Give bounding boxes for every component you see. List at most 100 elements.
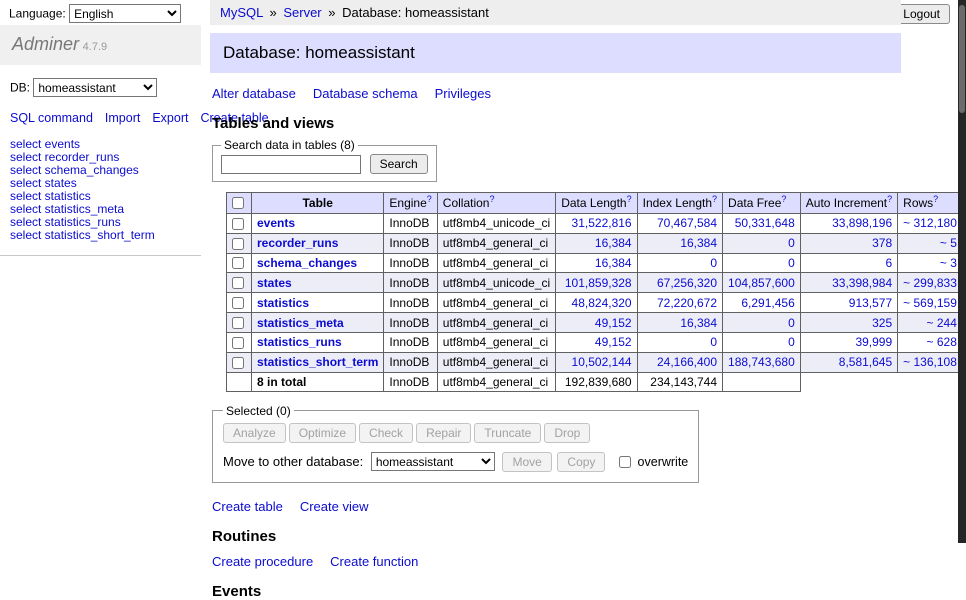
data-free-link[interactable]: 188,743,680 — [728, 355, 795, 369]
create-link[interactable]: Create view — [300, 499, 369, 514]
data-free-link[interactable]: 50,331,648 — [735, 216, 795, 230]
analyze-button[interactable]: Analyze — [223, 423, 286, 443]
row-checkbox[interactable] — [232, 238, 244, 250]
data-free-link[interactable]: 0 — [788, 335, 795, 349]
index-length-link[interactable]: 16,384 — [680, 316, 717, 330]
index-length-link[interactable]: 72,220,672 — [657, 296, 717, 310]
data-length-link[interactable]: 16,384 — [595, 236, 632, 250]
auto-increment-link[interactable]: 33,898,196 — [832, 216, 892, 230]
data-length-link[interactable]: 16,384 — [595, 256, 632, 270]
table-name-link[interactable]: recorder_runs — [257, 236, 338, 250]
rows-count-link[interactable]: ~ 136,108 — [903, 355, 957, 369]
index-length-link[interactable]: 70,467,584 — [657, 216, 717, 230]
sidebar-table-link[interactable]: select recorder_runs — [10, 151, 191, 164]
table-name-link[interactable]: events — [257, 216, 295, 230]
auto-increment-link[interactable]: 33,398,984 — [832, 276, 892, 290]
rows-count-link[interactable]: ~ 628 — [927, 335, 957, 349]
row-checkbox[interactable] — [232, 337, 244, 349]
row-checkbox[interactable] — [232, 297, 244, 309]
index-length-link[interactable]: 67,256,320 — [657, 276, 717, 290]
search-input[interactable] — [221, 155, 361, 174]
auto-increment-link[interactable]: 325 — [872, 316, 892, 330]
sidebar-table-link[interactable]: select states — [10, 177, 191, 190]
table-name-link[interactable]: statistics_runs — [257, 335, 342, 349]
routine-link[interactable]: Create procedure — [212, 554, 313, 569]
data-free-link[interactable]: 0 — [788, 256, 795, 270]
help-icon[interactable]: ? — [712, 194, 717, 204]
sidebar-table-link[interactable]: select statistics_short_term — [10, 229, 191, 242]
help-icon[interactable]: ? — [427, 194, 432, 204]
row-checkbox[interactable] — [232, 257, 244, 269]
rows-count-link[interactable]: ~ 3 — [940, 256, 957, 270]
db-action-link[interactable]: Database schema — [313, 86, 418, 101]
overwrite-checkbox[interactable] — [619, 456, 631, 468]
table-name-link[interactable]: statistics_meta — [257, 316, 344, 330]
index-length-link[interactable]: 0 — [710, 256, 717, 270]
check-button[interactable]: Check — [359, 423, 413, 443]
db-action-link[interactable]: Alter database — [212, 86, 296, 101]
breadcrumb-mysql-link[interactable]: MySQL — [220, 5, 263, 20]
select-all-checkbox[interactable] — [232, 197, 244, 209]
truncate-button[interactable]: Truncate — [474, 423, 541, 443]
search-button[interactable]: Search — [370, 154, 428, 174]
data-length-link[interactable]: 49,152 — [595, 316, 632, 330]
drop-button[interactable]: Drop — [544, 423, 590, 443]
rows-count-link[interactable]: ~ 299,833 — [903, 276, 957, 290]
repair-button[interactable]: Repair — [416, 423, 471, 443]
sidebar-table-link[interactable]: select statistics_runs — [10, 216, 191, 229]
data-free-link[interactable]: 6,291,456 — [741, 296, 794, 310]
sidebar-table-link[interactable]: select statistics — [10, 190, 191, 203]
scrollbar[interactable] — [958, 0, 966, 543]
db-action-link[interactable]: Privileges — [435, 86, 491, 101]
rows-count-link[interactable]: ~ 569,159 — [903, 296, 957, 310]
move-db-select[interactable]: homeassistant — [371, 452, 495, 471]
scrollbar-thumb[interactable] — [959, 5, 965, 113]
data-free-link[interactable]: 0 — [788, 316, 795, 330]
language-select[interactable]: English — [69, 4, 181, 23]
data-free-link[interactable]: 0 — [788, 236, 795, 250]
table-name-link[interactable]: statistics_short_term — [257, 355, 378, 369]
table-name-link[interactable]: schema_changes — [257, 256, 357, 270]
rows-count-link[interactable]: ~ 5 — [940, 236, 957, 250]
breadcrumb-server-link[interactable]: Server — [283, 5, 321, 20]
sidebar-table-link[interactable]: select schema_changes — [10, 164, 191, 177]
sidebar-table-link[interactable]: select events — [10, 138, 191, 151]
data-free-link[interactable]: 104,857,600 — [728, 276, 795, 290]
data-length-link[interactable]: 49,152 — [595, 335, 632, 349]
move-button[interactable]: Move — [502, 452, 551, 472]
help-icon[interactable]: ? — [781, 194, 786, 204]
row-checkbox[interactable] — [232, 317, 244, 329]
row-checkbox[interactable] — [232, 277, 244, 289]
auto-increment-link[interactable]: 39,999 — [855, 335, 892, 349]
help-icon[interactable]: ? — [933, 194, 938, 204]
auto-increment-link[interactable]: 8,581,645 — [839, 355, 892, 369]
copy-button[interactable]: Copy — [557, 452, 605, 472]
index-length-link[interactable]: 0 — [710, 335, 717, 349]
index-length-link[interactable]: 16,384 — [680, 236, 717, 250]
table-name-link[interactable]: states — [257, 276, 292, 290]
auto-increment-link[interactable]: 913,577 — [849, 296, 892, 310]
sidebar-command-link[interactable]: Import — [105, 111, 140, 125]
data-length-link[interactable]: 101,859,328 — [565, 276, 632, 290]
sidebar-table-link[interactable]: select statistics_meta — [10, 203, 191, 216]
db-select[interactable]: homeassistant — [33, 78, 157, 97]
rows-count-link[interactable]: ~ 244 — [927, 316, 957, 330]
rows-count-link[interactable]: ~ 312,180 — [903, 216, 957, 230]
row-checkbox[interactable] — [232, 218, 244, 230]
help-icon[interactable]: ? — [489, 194, 494, 204]
sidebar-command-link[interactable]: Export — [152, 111, 188, 125]
data-length-link[interactable]: 31,522,816 — [572, 216, 632, 230]
data-length-link[interactable]: 10,502,144 — [572, 355, 632, 369]
data-length-link[interactable]: 48,824,320 — [572, 296, 632, 310]
sidebar-command-link[interactable]: SQL command — [10, 111, 93, 125]
auto-increment-link[interactable]: 378 — [872, 236, 892, 250]
row-checkbox[interactable] — [232, 357, 244, 369]
help-icon[interactable]: ? — [627, 194, 632, 204]
help-icon[interactable]: ? — [887, 194, 892, 204]
auto-increment-link[interactable]: 6 — [885, 256, 892, 270]
routine-link[interactable]: Create function — [330, 554, 418, 569]
table-name-link[interactable]: statistics — [257, 296, 309, 310]
optimize-button[interactable]: Optimize — [289, 423, 356, 443]
index-length-link[interactable]: 24,166,400 — [657, 355, 717, 369]
create-link[interactable]: Create table — [212, 499, 283, 514]
